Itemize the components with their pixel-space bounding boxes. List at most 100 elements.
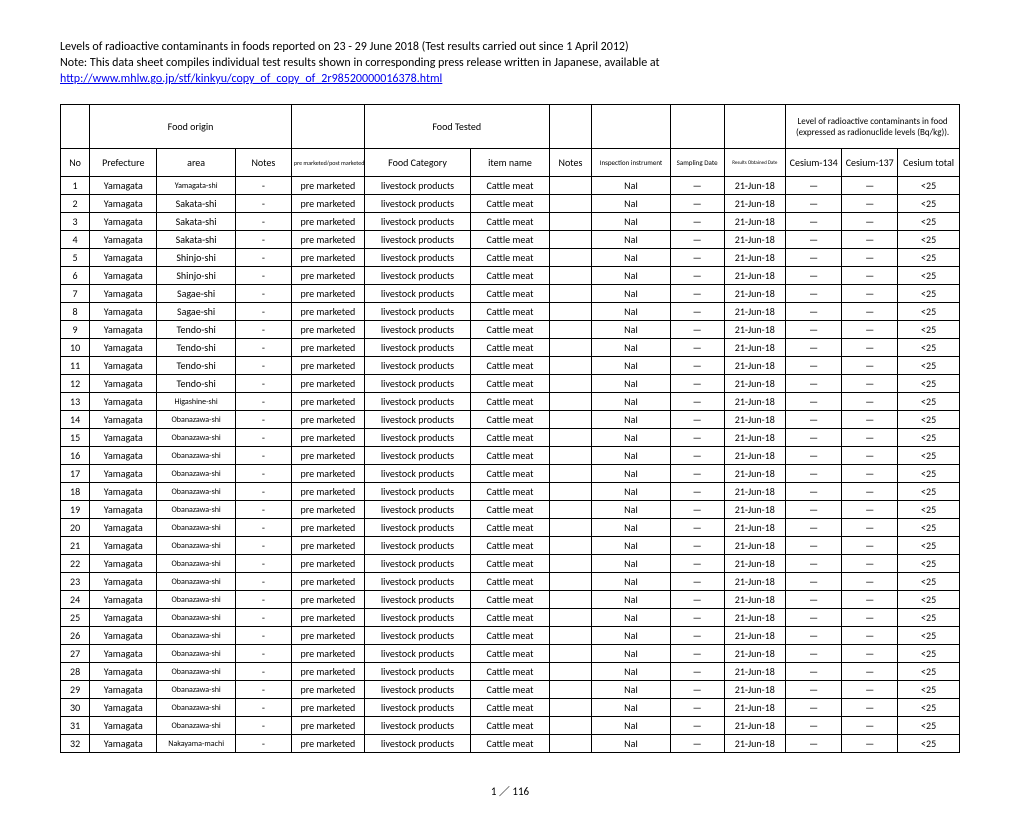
cell-ct: <25 (898, 195, 960, 213)
cell-cat: livestock products (364, 231, 470, 249)
cell-area: Obanazawa-shi (157, 555, 235, 573)
cell-n1: - (235, 573, 291, 591)
cell-c2: － (842, 681, 898, 699)
cell-item: Cattle meat (471, 339, 549, 357)
cell-no: 27 (61, 645, 90, 663)
cell-c2: － (842, 555, 898, 573)
cell-rd: 21-Jun-18 (724, 357, 786, 375)
cell-inst: NaI (592, 699, 670, 717)
cell-cat: livestock products (364, 267, 470, 285)
source-link[interactable]: http://www.mhlw.go.jp/stf/kinkyu/copy_of… (60, 72, 442, 86)
col-category: Food Category (364, 149, 470, 177)
cell-n1: - (235, 303, 291, 321)
cell-inst: NaI (592, 249, 670, 267)
cell-pp: pre marketed (291, 429, 364, 447)
cell-c2: － (842, 537, 898, 555)
cell-c1: － (786, 717, 842, 735)
cell-cat: livestock products (364, 645, 470, 663)
page-note: Note: This data sheet compiles individua… (60, 56, 960, 70)
cell-pref: Yamagata (90, 267, 157, 285)
cell-n1: - (235, 357, 291, 375)
cell-ct: <25 (898, 735, 960, 753)
cell-c1: － (786, 429, 842, 447)
cell-ct: <25 (898, 609, 960, 627)
cell-ct: <25 (898, 429, 960, 447)
cell-pref: Yamagata (90, 555, 157, 573)
cell-c1: － (786, 339, 842, 357)
cell-inst: NaI (592, 267, 670, 285)
col-cstotal: Cesium total (898, 149, 960, 177)
cell-rd: 21-Jun-18 (724, 699, 786, 717)
cell-sd: － (670, 465, 724, 483)
cell-c2: － (842, 465, 898, 483)
cell-inst: NaI (592, 555, 670, 573)
table-row: 23YamagataObanazawa-shi-pre marketedlive… (61, 573, 960, 591)
cell-sd: － (670, 717, 724, 735)
cell-c2: － (842, 645, 898, 663)
cell-cat: livestock products (364, 393, 470, 411)
cell-item: Cattle meat (471, 537, 549, 555)
cell-sd: － (670, 735, 724, 753)
cell-ct: <25 (898, 627, 960, 645)
cell-pp: pre marketed (291, 375, 364, 393)
cell-pp: pre marketed (291, 213, 364, 231)
cell-n1: - (235, 627, 291, 645)
cell-pref: Yamagata (90, 411, 157, 429)
cell-pref: Yamagata (90, 681, 157, 699)
cell-cat: livestock products (364, 357, 470, 375)
table-row: 22YamagataObanazawa-shi-pre marketedlive… (61, 555, 960, 573)
cell-area: Obanazawa-shi (157, 411, 235, 429)
cell-no: 23 (61, 573, 90, 591)
table-row: 18YamagataObanazawa-shi-pre marketedlive… (61, 483, 960, 501)
cell-area: Obanazawa-shi (157, 537, 235, 555)
cell-pref: Yamagata (90, 285, 157, 303)
cell-cat: livestock products (364, 411, 470, 429)
cell-pp: pre marketed (291, 681, 364, 699)
cell-inst: NaI (592, 645, 670, 663)
header-food-tested: Food Tested (364, 105, 549, 149)
cell-n1: - (235, 339, 291, 357)
cell-c1: － (786, 213, 842, 231)
cell-c2: － (842, 627, 898, 645)
cell-sd: － (670, 483, 724, 501)
cell-inst: NaI (592, 303, 670, 321)
cell-inst: NaI (592, 609, 670, 627)
cell-area: Sagae-shi (157, 303, 235, 321)
cell-sd: － (670, 249, 724, 267)
table-row: 32YamagataNakayama-machi-pre marketedliv… (61, 735, 960, 753)
cell-c1: － (786, 681, 842, 699)
cell-item: Cattle meat (471, 393, 549, 411)
cell-area: Obanazawa-shi (157, 573, 235, 591)
cell-item: Cattle meat (471, 519, 549, 537)
cell-pp: pre marketed (291, 699, 364, 717)
cell-n2 (549, 663, 592, 681)
cell-c2: － (842, 411, 898, 429)
cell-sd: － (670, 519, 724, 537)
cell-inst: NaI (592, 717, 670, 735)
cell-sd: － (670, 195, 724, 213)
cell-no: 2 (61, 195, 90, 213)
cell-c1: － (786, 177, 842, 195)
cell-pp: pre marketed (291, 591, 364, 609)
cell-inst: NaI (592, 735, 670, 753)
cell-n1: - (235, 429, 291, 447)
cell-pp: pre marketed (291, 609, 364, 627)
cell-rd: 21-Jun-18 (724, 663, 786, 681)
cell-ct: <25 (898, 231, 960, 249)
cell-ct: <25 (898, 591, 960, 609)
cell-n2 (549, 267, 592, 285)
cell-area: Tendo-shi (157, 321, 235, 339)
cell-sd: － (670, 429, 724, 447)
cell-area: Tendo-shi (157, 339, 235, 357)
cell-ct: <25 (898, 663, 960, 681)
cell-cat: livestock products (364, 537, 470, 555)
cell-n2 (549, 627, 592, 645)
cell-c2: － (842, 573, 898, 591)
cell-no: 24 (61, 591, 90, 609)
cell-c1: － (786, 411, 842, 429)
cell-sd: － (670, 357, 724, 375)
cell-inst: NaI (592, 177, 670, 195)
cell-pref: Yamagata (90, 321, 157, 339)
cell-n2 (549, 303, 592, 321)
cell-sd: － (670, 537, 724, 555)
